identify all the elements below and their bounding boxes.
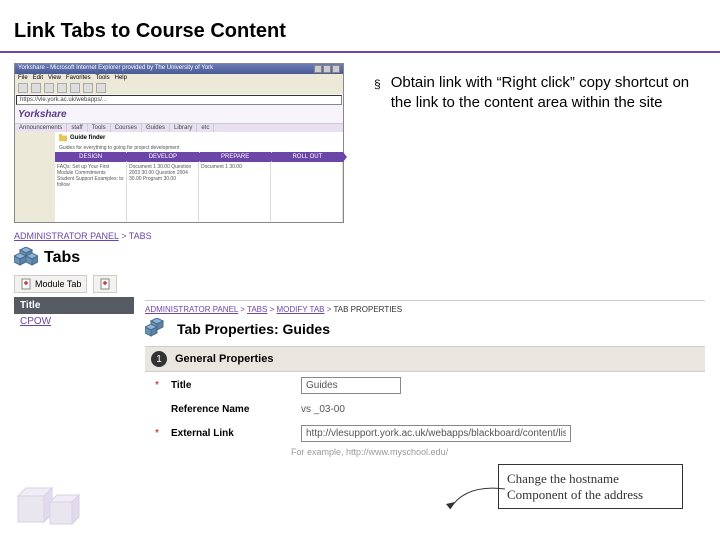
callout-arrow-icon	[445, 484, 505, 514]
bullet-marker: §	[374, 73, 381, 114]
close-icon[interactable]	[332, 65, 340, 73]
browser-window: Yorkshare - Microsoft Internet Explorer …	[14, 63, 344, 223]
sidebar-mock	[15, 132, 55, 222]
stop-icon[interactable]	[44, 83, 54, 93]
bullet-item: § Obtain link with “Right click” copy sh…	[374, 73, 706, 114]
tabs-page-title: Tabs	[44, 249, 80, 267]
home-icon[interactable]	[70, 83, 80, 93]
phase-prepare[interactable]: PREPARE	[200, 152, 271, 162]
min-icon[interactable]	[314, 65, 322, 73]
step-1-icon: 1	[151, 351, 167, 367]
refresh-icon[interactable]	[57, 83, 67, 93]
favorites-icon[interactable]	[96, 83, 106, 93]
module-tab-button[interactable]: Module Tab	[14, 275, 87, 293]
props-icon	[145, 318, 169, 340]
title-input[interactable]	[301, 377, 401, 394]
browser-menubar: File Edit View Favorites Tools Help	[15, 74, 343, 82]
tabs-table: Title CPOW	[14, 297, 134, 329]
props-breadcrumb: ADMINISTRATOR PANEL > TABS > MODIFY TAB …	[145, 301, 705, 318]
brand-logo: Yorkshare	[18, 109, 340, 120]
forward-icon[interactable]	[31, 83, 41, 93]
slide-title: Link Tabs to Course Content	[0, 0, 720, 53]
footer-logo-icon	[10, 482, 90, 532]
col-title: Title	[14, 297, 134, 314]
bullet-text: Obtain link with “Right click” copy shor…	[391, 73, 706, 114]
back-icon[interactable]	[18, 83, 28, 93]
tabs-icon	[14, 247, 38, 269]
window-title: Yorkshare - Microsoft Internet Explorer …	[18, 65, 213, 73]
phase-develop[interactable]: DEVELOP	[127, 152, 198, 162]
extlink-label: External Link	[171, 428, 291, 439]
refname-label: Reference Name	[171, 404, 291, 415]
refname-value: vs _03-00	[301, 404, 345, 415]
breadcrumb: ADMINISTRATOR PANEL > TABS	[14, 229, 344, 247]
plus-doc-icon	[99, 278, 111, 290]
browser-toolbar	[15, 82, 343, 94]
title-label: Title	[171, 380, 291, 391]
other-tab-button[interactable]	[93, 275, 117, 293]
guide-finder-title: Guide finder	[70, 135, 105, 141]
required-marker: *	[155, 428, 161, 439]
tab-properties-panel: ADMINISTRATOR PANEL > TABS > MODIFY TAB …	[145, 300, 705, 457]
table-row[interactable]: CPOW	[14, 314, 134, 329]
plus-doc-icon	[20, 278, 32, 290]
site-tabs: Announcements staff Tools Courses Guides…	[15, 124, 343, 132]
required-marker: *	[155, 380, 161, 391]
breadcrumb-leaf: TABS	[129, 231, 152, 241]
extlink-input[interactable]	[301, 425, 571, 442]
example-text: For example, http://www.myschool.edu/	[145, 447, 705, 457]
props-title: Tab Properties: Guides	[177, 321, 330, 337]
phase-rollout[interactable]: ROLL OUT	[272, 152, 343, 162]
section-title: General Properties	[175, 353, 273, 365]
search-icon[interactable]	[83, 83, 93, 93]
max-icon[interactable]	[323, 65, 331, 73]
phase-design[interactable]: DESIGN	[55, 152, 126, 162]
address-bar[interactable]: https://vle.york.ac.uk/webapps/...	[16, 95, 342, 105]
folder-icon	[59, 134, 67, 142]
guide-finder-sub: Guides for everything to going for proje…	[55, 144, 343, 152]
breadcrumb-root[interactable]: ADMINISTRATOR PANEL	[14, 231, 119, 241]
callout-annotation: Change the hostname Component of the add…	[498, 464, 683, 509]
